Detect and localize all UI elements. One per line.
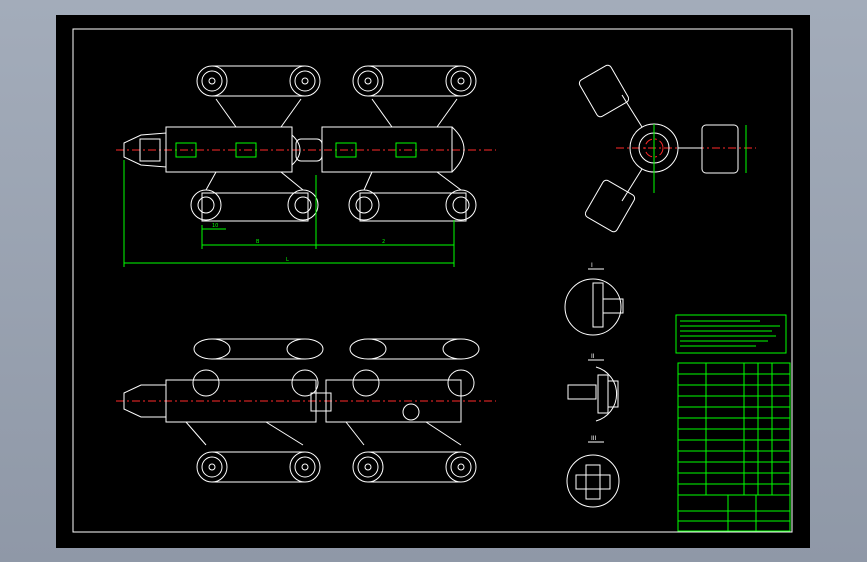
wheel-icon xyxy=(196,65,477,97)
detail-label: I xyxy=(591,262,593,269)
inner-border xyxy=(72,28,793,533)
dim-right-span: 2 xyxy=(382,239,385,245)
drawing-svg: L B 2 10 I II III xyxy=(72,28,793,533)
dim-left-span: B xyxy=(256,239,260,245)
cad-viewport[interactable]: L B 2 10 I II III xyxy=(0,0,867,562)
detail-iii[interactable]: III xyxy=(566,435,620,508)
dim-small: 10 xyxy=(212,223,218,229)
front-view[interactable]: L B 2 10 xyxy=(116,65,496,267)
end-view[interactable] xyxy=(578,64,756,233)
drawing-sheet[interactable]: L B 2 10 I II III xyxy=(56,15,810,548)
technical-notes xyxy=(675,314,787,354)
detail-label: II xyxy=(591,353,595,360)
detail-ii[interactable]: II xyxy=(567,353,619,422)
detail-label: III xyxy=(591,435,597,442)
detail-i[interactable]: I xyxy=(564,262,624,336)
side-view[interactable] xyxy=(116,338,496,483)
dim-overall: L xyxy=(286,257,289,263)
title-block[interactable] xyxy=(677,362,791,532)
